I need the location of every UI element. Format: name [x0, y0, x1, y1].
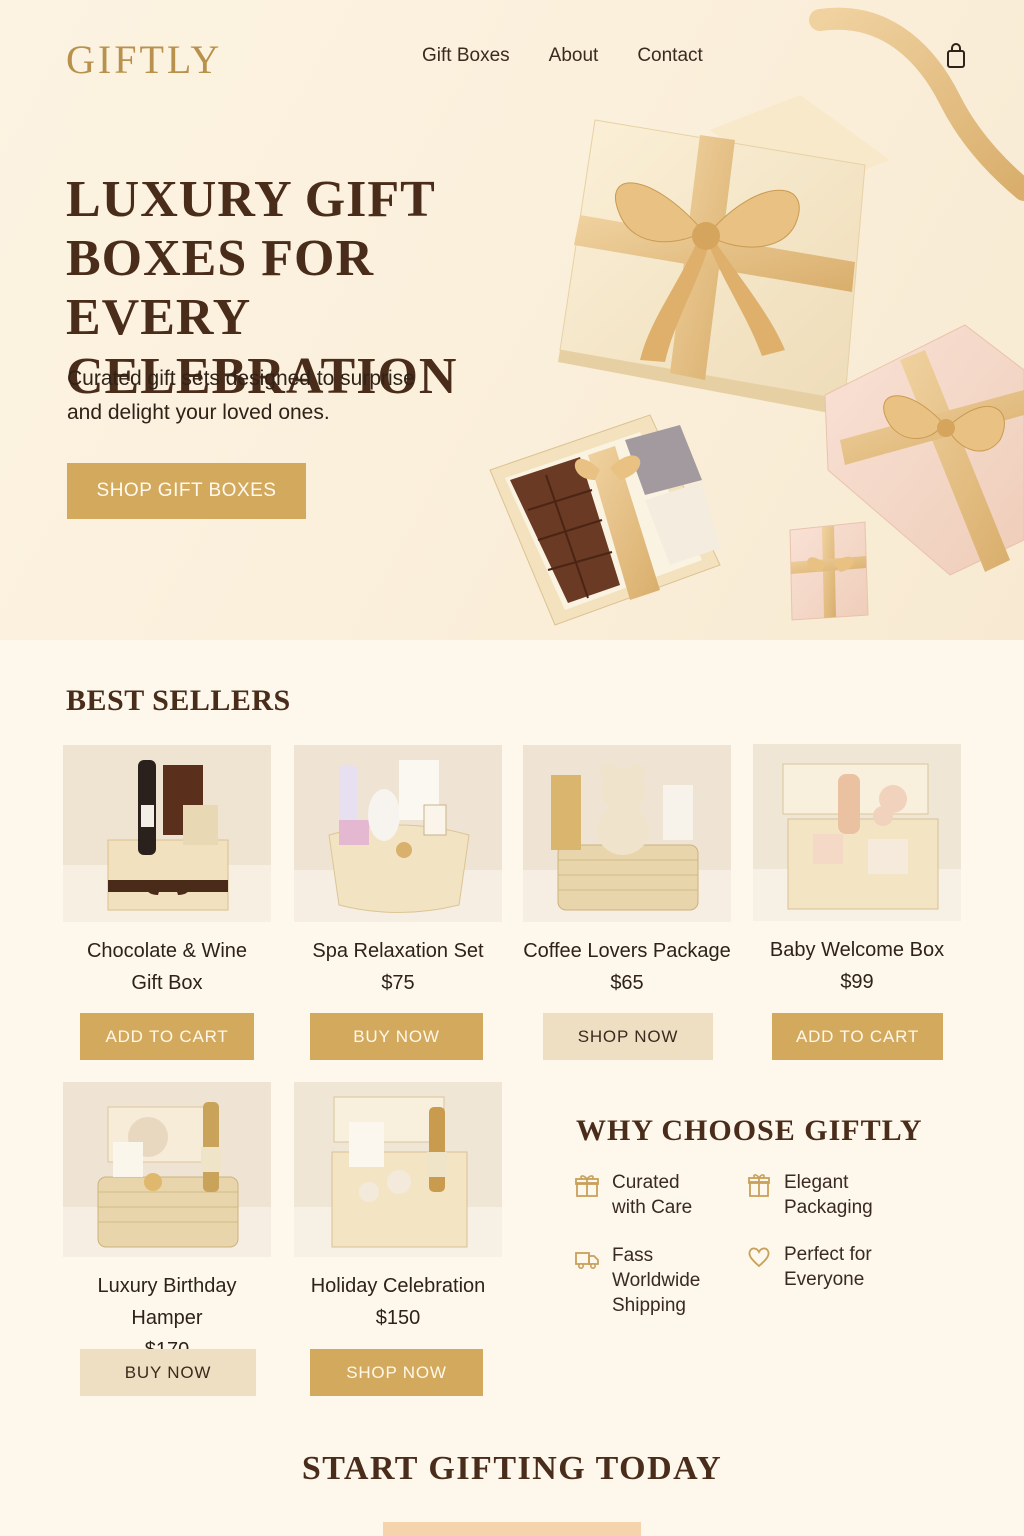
hero-gift-illustration: [489, 7, 1024, 626]
product-name-line: Gift Box: [131, 972, 203, 994]
feature-text: Curated with Care: [612, 1170, 742, 1220]
spa-relaxation-set-image[interactable]: [294, 745, 502, 922]
brand-logo[interactable]: GIFTLY: [66, 36, 222, 83]
product-price: $150: [375, 1307, 421, 1329]
feature-shipping: Fass Worldwide Shipping: [574, 1243, 742, 1318]
feature-text: Perfect for Everyone: [784, 1242, 914, 1292]
hero-section: GIFTLY Gift Boxes About Contact LUXURY G…: [0, 0, 1024, 640]
product-name: Holiday Celebration: [310, 1275, 486, 1297]
product-name: Baby Welcome Box: [769, 939, 945, 961]
feature-line: Perfect for: [784, 1244, 872, 1265]
product-price: $75: [381, 972, 415, 994]
baby-welcome-box-image[interactable]: [752, 744, 962, 921]
hero-title-line: LUXURY GIFT: [66, 171, 436, 228]
gift-box-icon: [575, 1175, 599, 1197]
best-sellers-heading: BEST SELLERS: [66, 684, 291, 717]
shop-now-button[interactable]: SHOP NOW: [310, 1349, 483, 1396]
product-card: Spa Relaxation Set $75: [294, 745, 502, 999]
feature-everyone: Perfect for Everyone: [746, 1242, 914, 1292]
add-to-cart-button[interactable]: ADD TO CART: [80, 1013, 254, 1060]
feature-line: Everyone: [784, 1269, 865, 1290]
shopping-bag-icon[interactable]: [945, 43, 967, 69]
shop-now-button[interactable]: SHOP NOW: [543, 1013, 713, 1060]
main-nav: Gift Boxes About Contact: [422, 45, 703, 67]
shop-gift-boxes-button[interactable]: SHOP GIFT BOXES: [67, 463, 306, 519]
product-card: Holiday Celebration $150: [294, 1082, 502, 1334]
buy-now-button[interactable]: BUY NOW: [310, 1013, 483, 1060]
product-price: $99: [840, 971, 874, 993]
luxury-birthday-hamper-image[interactable]: [63, 1082, 271, 1257]
feature-line: Shipping: [612, 1295, 686, 1316]
coffee-lovers-package-image[interactable]: [523, 745, 731, 922]
product-card: Baby Welcome Box $99: [752, 744, 962, 998]
product-card: Chocolate & Wine Gift Box: [63, 745, 271, 999]
feature-line: with Care: [612, 1197, 693, 1218]
delivery-truck-icon: [575, 1252, 599, 1269]
why-choose-heading: WHY CHOOSE GIFTLY: [576, 1114, 923, 1147]
chocolate-wine-box-image[interactable]: [63, 745, 271, 922]
product-name: Spa Relaxation Set: [312, 940, 484, 962]
heart-icon: [748, 1247, 770, 1268]
product-name: Luxury Birthday Hamper: [97, 1275, 237, 1329]
feature-line: Worldwide: [612, 1270, 701, 1291]
product-card: Luxury Birthday Hamper $170: [63, 1082, 271, 1366]
feature-line: Packaging: [784, 1197, 873, 1218]
feature-line: Curated: [612, 1172, 680, 1193]
holiday-celebration-image[interactable]: [294, 1082, 502, 1257]
feature-text: Fass Worldwide Shipping: [612, 1243, 742, 1318]
start-gifting-button[interactable]: [383, 1522, 641, 1536]
hero-subtitle: Curated gift sets designed to surprise a…: [67, 362, 467, 430]
product-name-line: Chocolate & Wine: [86, 940, 248, 962]
product-name: Chocolate & Wine Gift Box: [63, 935, 271, 999]
product-name: Coffee Lovers Package: [523, 940, 731, 962]
gift-icon: [748, 1174, 770, 1197]
feature-curated: Curated with Care: [574, 1170, 742, 1220]
product-card: Coffee Lovers Package $65: [523, 745, 731, 999]
feature-line: Elegant: [784, 1172, 849, 1193]
buy-now-button[interactable]: BUY NOW: [80, 1349, 256, 1396]
feature-text: Elegant Packaging: [784, 1170, 914, 1220]
hero-subtitle-line: Curated gift sets designed to surprise: [67, 367, 415, 390]
feature-line: Fass: [612, 1245, 654, 1266]
product-price: $65: [610, 972, 644, 994]
nav-gift-boxes[interactable]: Gift Boxes: [422, 45, 510, 67]
nav-about[interactable]: About: [549, 45, 599, 67]
hero-title-line: BOXES FOR EVERY: [66, 230, 375, 346]
feature-packaging: Elegant Packaging: [746, 1170, 914, 1220]
add-to-cart-button[interactable]: ADD TO CART: [772, 1013, 943, 1060]
nav-contact[interactable]: Contact: [637, 45, 702, 67]
start-gifting-heading: START GIFTING TODAY: [301, 1450, 723, 1487]
hero-subtitle-line: and delight your loved ones.: [67, 401, 330, 424]
